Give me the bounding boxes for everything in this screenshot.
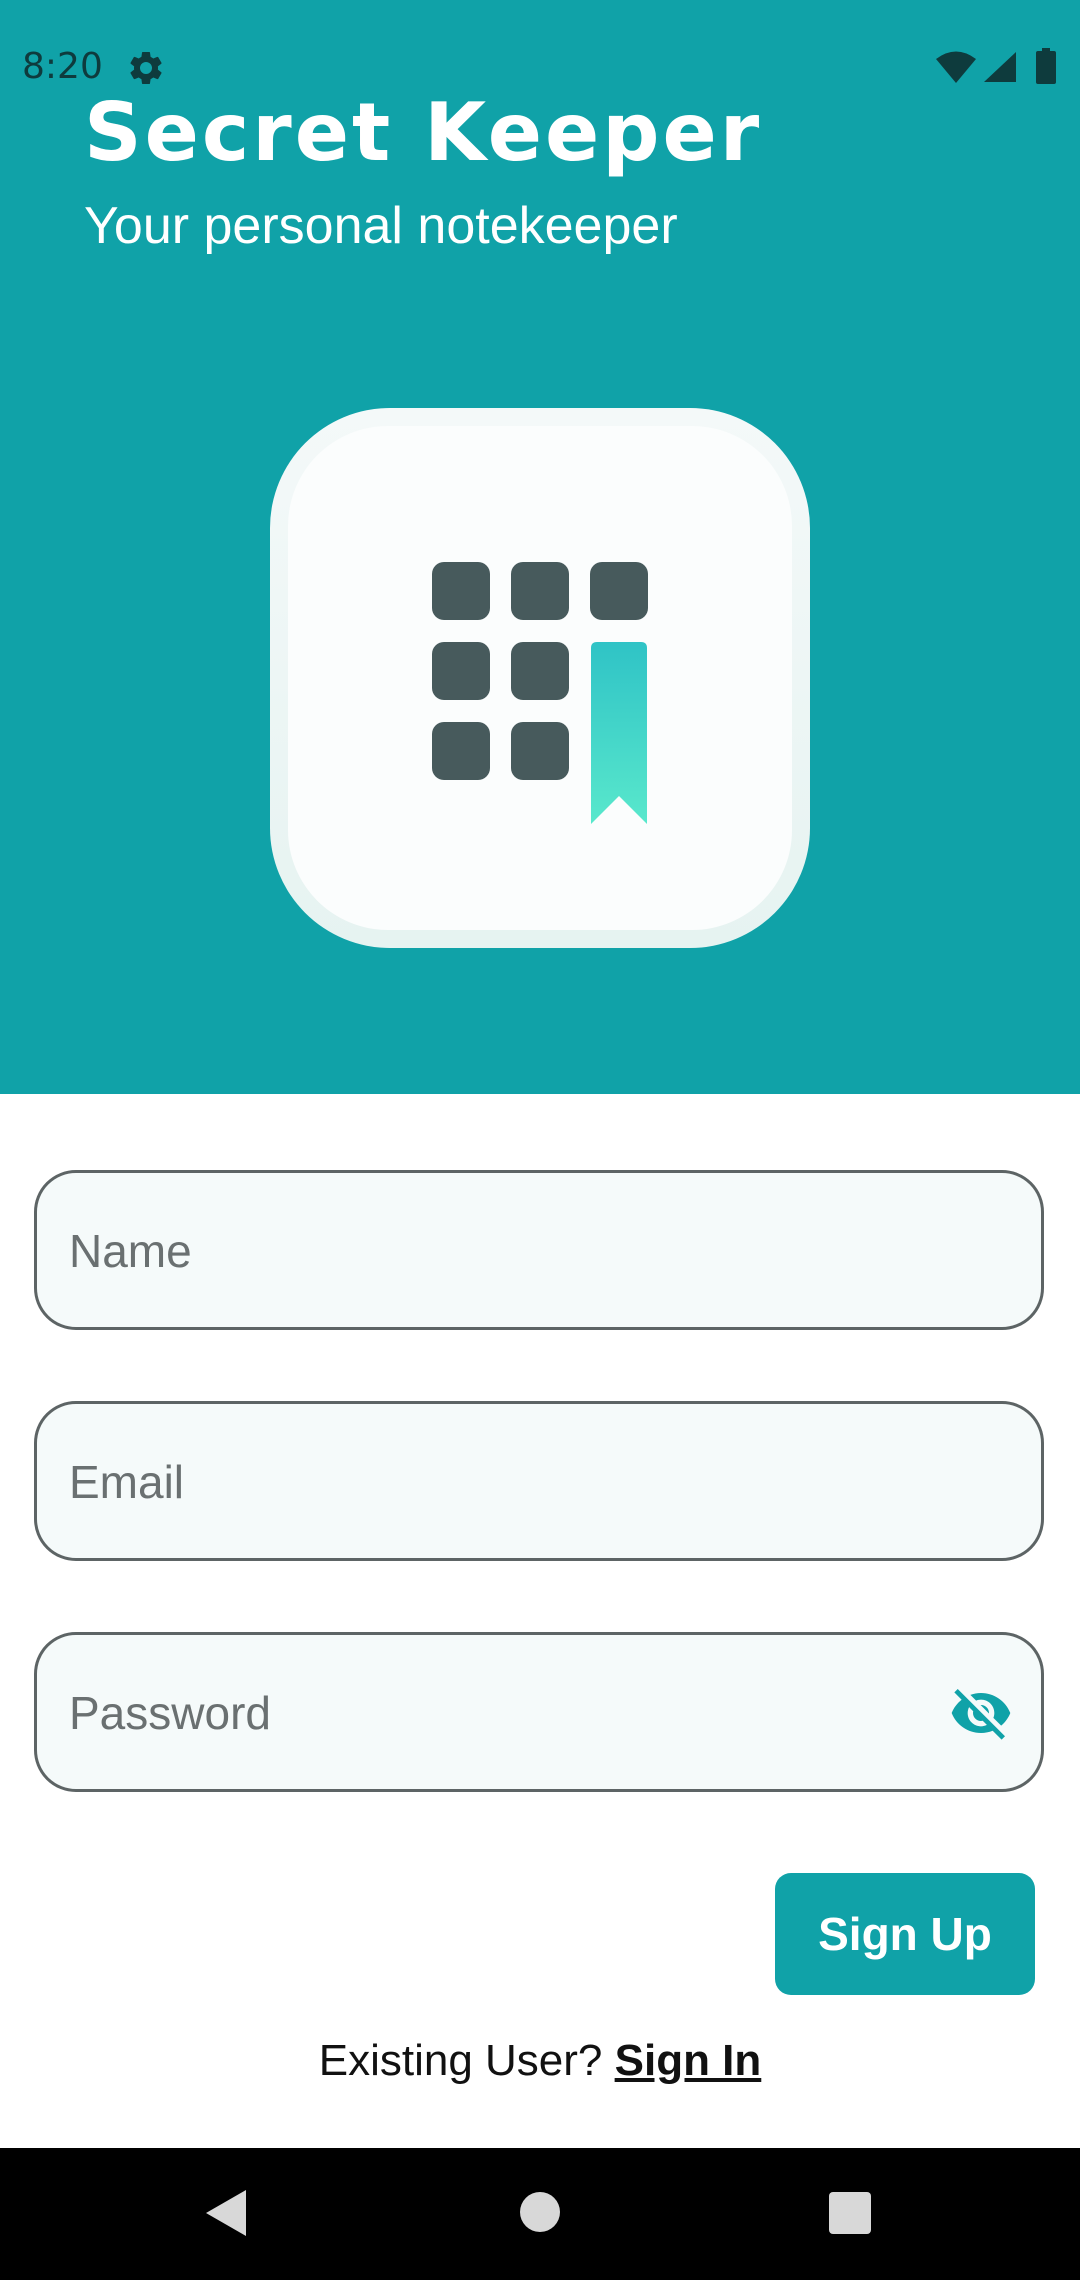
password-input[interactable] [67,1635,941,1791]
status-time: 8:20 [22,46,103,87]
name-input[interactable] [67,1173,941,1329]
app-title: Secret Keeper [84,86,763,179]
wifi-icon [936,51,976,83]
existing-user-label: Existing User? [318,2036,603,2085]
signal-icon [984,52,1016,82]
name-field[interactable] [34,1170,1044,1330]
home-icon[interactable] [520,2192,560,2232]
sign-in-link[interactable]: Sign In [615,2036,762,2085]
back-icon[interactable] [204,2188,248,2238]
email-input[interactable] [67,1404,941,1560]
app-logo [270,408,810,948]
visibility-off-icon[interactable] [949,1681,1013,1745]
battery-icon [1036,48,1056,84]
recents-icon[interactable] [829,2192,871,2234]
gear-icon [130,51,162,84]
password-field[interactable] [34,1632,1044,1792]
header-banner: 8:20 Secret Keeper Your personal notekee… [0,0,1080,1094]
email-field[interactable] [34,1401,1044,1561]
app-subtitle: Your personal notekeeper [84,197,678,255]
sign-in-prompt: Existing User? Sign In [0,2036,1080,2086]
sign-up-button[interactable]: Sign Up [775,1873,1035,1995]
navigation-bar [0,2148,1080,2280]
